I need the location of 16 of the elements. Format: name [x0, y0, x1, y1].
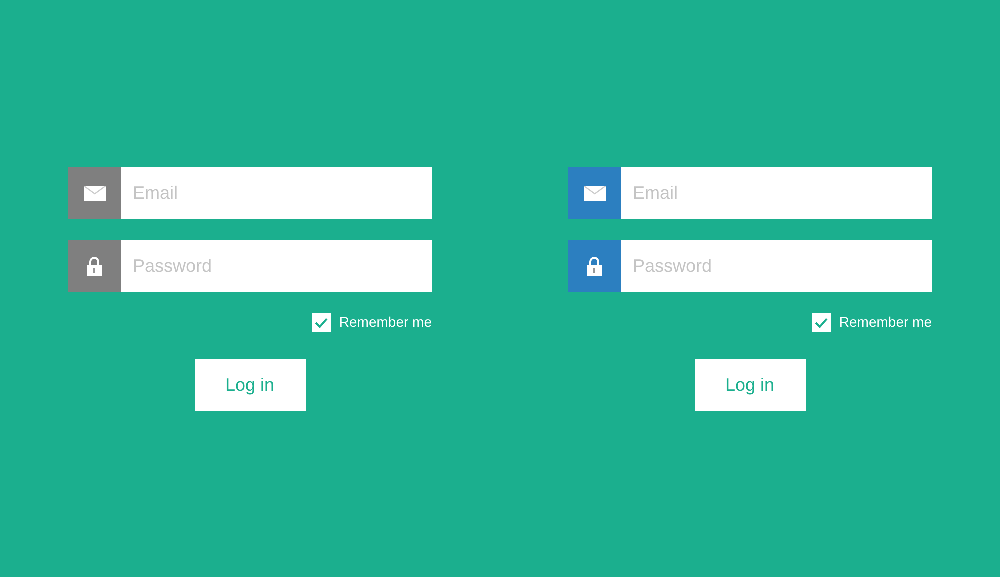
email-field[interactable]: Email	[121, 167, 432, 219]
envelope-icon	[84, 186, 106, 200]
remember-me-label: Remember me	[839, 313, 932, 332]
remember-checkbox[interactable]	[812, 313, 832, 332]
envelope-icon	[584, 186, 606, 200]
padlock-icon	[587, 256, 602, 276]
remember-me-label: Remember me	[339, 313, 432, 332]
padlock-icon	[87, 256, 102, 276]
login-button[interactable]: Log in	[694, 359, 806, 411]
password-field[interactable]: Password	[121, 240, 432, 292]
email-field[interactable]: Email	[621, 167, 932, 219]
checkmark-icon	[815, 318, 828, 328]
remember-checkbox[interactable]	[312, 313, 332, 332]
login-button[interactable]: Log in	[194, 359, 306, 411]
checkmark-icon	[315, 318, 328, 328]
password-field[interactable]: Password	[621, 240, 932, 292]
